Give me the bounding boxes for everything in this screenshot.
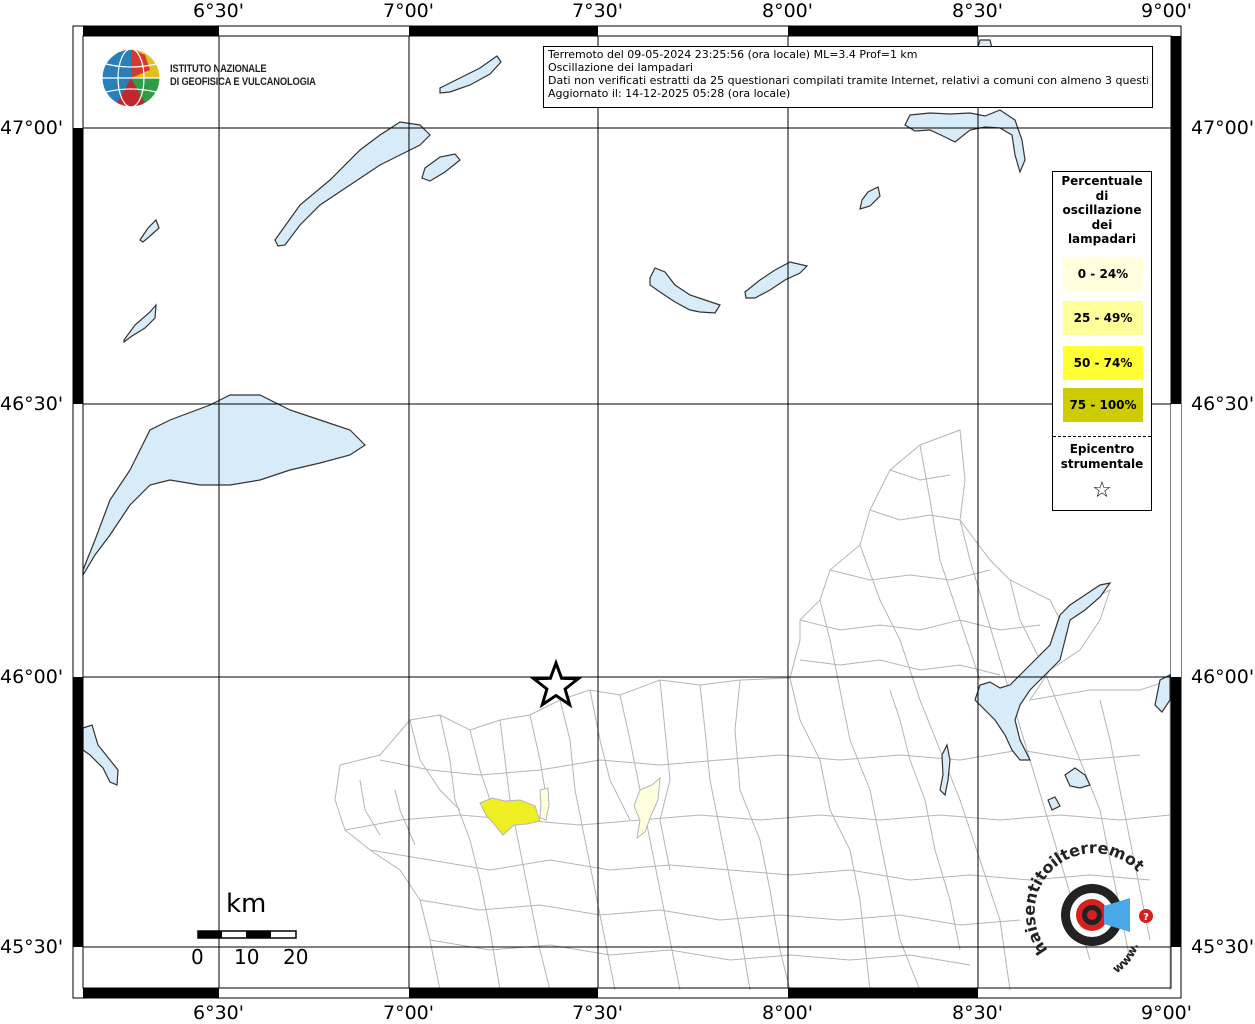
scale-bar (197, 930, 297, 939)
lon-label-top-3: 7°30' (572, 0, 623, 22)
svg-text:?: ? (1143, 912, 1149, 923)
lon-label-top-5: 8°30' (952, 0, 1003, 22)
ingv-logo-text: ISTITUTO NAZIONALE DI GEOFISICA E VULCAN… (170, 63, 316, 89)
map-area (83, 36, 1171, 988)
lat-label-left-1: 47°00' (0, 117, 64, 139)
scale-title: km (226, 889, 267, 919)
intensity-map: ? haisentitoilterremoto.it www. (0, 0, 1182, 999)
scale-label-0: 0 (191, 945, 204, 969)
lat-label-left-2: 46°30' (0, 393, 64, 415)
legend-title: Percentuale di oscillazione dei lampadar… (1053, 174, 1151, 247)
ingv-logo-icon (101, 48, 161, 108)
lat-label-right-1: 47°00' (1191, 117, 1255, 139)
legend-star-icon: ☆ (1092, 478, 1112, 503)
legend-item-50-74: 50 - 74% (1063, 346, 1143, 380)
legend-epicenter-line-1: Epicentro (1069, 442, 1135, 456)
map-subject: Oscillazione dei lampadari (548, 61, 693, 74)
lat-label-left-4: 45°30' (0, 936, 64, 958)
legend-title-line-4: dei (1091, 217, 1113, 232)
lon-label-top-6: 9°00' (1141, 0, 1192, 22)
logo-line-1: ISTITUTO NAZIONALE (170, 63, 267, 75)
lat-label-left-3: 46°00' (0, 666, 64, 688)
lon-label-bottom-3: 7°30' (572, 1002, 623, 1024)
lat-label-right-2: 46°30' (1191, 393, 1255, 415)
lon-label-top-4: 8°00' (762, 0, 813, 22)
scale-label-20: 20 (283, 945, 309, 969)
legend-title-line-1: Percentuale (1061, 174, 1143, 188)
legend-item-0-24: 0 - 24% (1063, 257, 1143, 291)
event-title: Terremoto del 09-05-2024 23:25:56 (ora l… (548, 48, 918, 61)
legend: Percentuale di oscillazione dei lampadar… (1052, 171, 1152, 511)
lon-label-bottom-5: 8°30' (952, 1002, 1003, 1024)
scale-label-10: 10 (234, 945, 260, 969)
event-info-box: Terremoto del 09-05-2024 23:25:56 (ora l… (543, 46, 1153, 108)
legend-title-line-2: di (1095, 188, 1109, 203)
data-note: Dati non verificati estratti da 25 quest… (548, 74, 1148, 87)
legend-epicenter-line-2: strumentale (1060, 457, 1144, 471)
lon-label-bottom-4: 8°00' (762, 1002, 813, 1024)
lon-label-bottom-2: 7°00' (383, 1002, 434, 1024)
legend-title-line-3: oscillazione (1062, 203, 1142, 217)
logo-line-2: DI GEOFISICA E VULCANOLOGIA (170, 76, 316, 88)
lon-label-bottom-6: 9°00' (1141, 1002, 1192, 1024)
legend-item-25-49: 25 - 49% (1063, 301, 1143, 335)
lon-label-bottom-1: 6°30' (193, 1002, 244, 1024)
legend-epicenter-label: Epicentro strumentale (1053, 442, 1151, 472)
lon-label-top-2: 7°00' (383, 0, 434, 22)
legend-title-line-5: lampadari (1067, 232, 1137, 246)
lat-label-right-4: 45°30' (1191, 936, 1255, 958)
update-time: Aggiornato il: 14-12-2025 05:28 (ora loc… (548, 87, 791, 100)
legend-separator (1053, 436, 1151, 437)
lat-label-right-3: 46°00' (1191, 666, 1255, 688)
legend-item-75-100: 75 - 100% (1063, 388, 1143, 422)
lon-label-top-1: 6°30' (193, 0, 244, 22)
